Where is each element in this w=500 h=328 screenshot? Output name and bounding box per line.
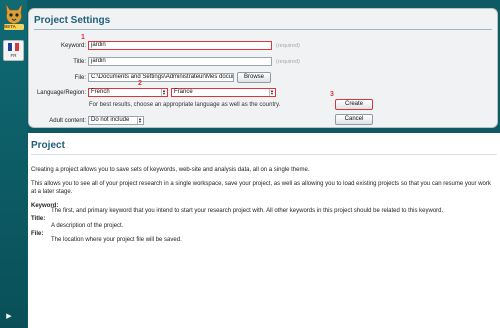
keyword-input[interactable]: jardin	[88, 41, 272, 50]
settings-divider	[34, 29, 492, 30]
file-term: File:	[31, 231, 44, 237]
help-paragraph-1: Creating a project allows you to save se…	[31, 167, 310, 173]
cancel-button[interactable]: Cancel	[335, 114, 373, 125]
select-arrows-icon: ▲ ▼	[269, 88, 274, 96]
locale-code: FR	[10, 53, 17, 58]
language-tip: For best results, choose an appropriate …	[89, 102, 281, 108]
file-definition: The location where your project file wil…	[51, 237, 182, 243]
title-input[interactable]: jardin	[88, 57, 272, 66]
annotation-number-2: 2	[138, 80, 142, 87]
help-panel: Project Creating a project allows you to…	[28, 133, 500, 328]
language-select[interactable]: French ▲ ▼	[88, 88, 168, 97]
help-paragraph-2: This allows you to see all of your proje…	[31, 181, 491, 195]
select-arrows-icon: ▲ ▼	[161, 88, 166, 96]
keyword-definition: The first, and primary keyword that you …	[51, 208, 444, 214]
annotation-number-1: 1	[81, 34, 85, 41]
adult-content-value: Do not include	[91, 117, 130, 123]
expand-arrow-icon[interactable]: ▶	[4, 312, 14, 322]
file-path-input[interactable]: C:\Documents and Settings\Administrateur…	[88, 73, 234, 82]
region-select-value: France	[174, 89, 193, 95]
logo-beta-text: BETA	[4, 24, 16, 29]
keyword-label: Keyword:	[60, 43, 86, 49]
file-label: File:	[74, 75, 86, 81]
french-flag-icon	[8, 43, 20, 51]
adult-content-label: Adult content:	[49, 118, 86, 124]
language-select-value: French	[91, 89, 110, 95]
settings-title: Project Settings	[34, 15, 111, 26]
adult-content-select[interactable]: Do not include ▲ ▼	[88, 116, 144, 125]
title-definition: A description of the project.	[51, 223, 124, 229]
annotation-number-3: 3	[330, 91, 334, 98]
locale-button[interactable]: FR	[3, 40, 24, 61]
title-required-hint: (required)	[276, 59, 300, 65]
create-button[interactable]: Create	[335, 99, 373, 110]
keyword-required-hint: (required)	[276, 43, 300, 49]
left-rail: BETA FR ▶	[0, 0, 27, 328]
help-divider	[31, 154, 497, 155]
title-term: Title:	[31, 216, 46, 222]
language-region-label: Language/Region:	[36, 90, 86, 96]
help-title: Project	[31, 140, 65, 151]
title-label: Title:	[73, 59, 86, 65]
select-arrows-icon: ▲ ▼	[137, 116, 142, 124]
project-settings-panel: Project Settings 1 Keyword: jardin (requ…	[28, 8, 498, 128]
browse-button[interactable]: Browse	[237, 72, 271, 83]
region-select[interactable]: France ▲ ▼	[171, 88, 276, 97]
